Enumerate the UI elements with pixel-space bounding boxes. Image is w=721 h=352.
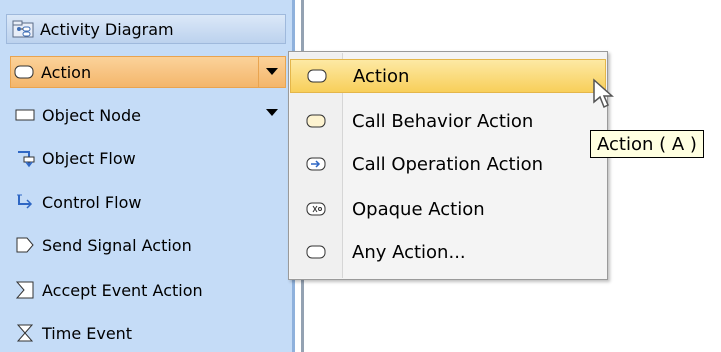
chevron-down-icon	[266, 68, 278, 75]
palette-header-label: Activity Diagram	[40, 19, 174, 39]
menu-item-label: Call Behavior Action	[352, 110, 534, 132]
menu-item-opaque-action[interactable]: Opaque Action	[290, 192, 606, 226]
action-dropdown-button[interactable]	[258, 56, 286, 88]
any-action-icon	[290, 244, 342, 260]
object-flow-icon	[12, 147, 38, 169]
opaque-action-icon	[290, 201, 342, 217]
action-icon	[291, 68, 343, 84]
tooltip: Action ( A )	[590, 130, 704, 158]
palette-header-activity-diagram[interactable]: Activity Diagram	[6, 14, 286, 44]
palette-item-label: Time Event	[42, 323, 133, 343]
mouse-cursor-icon	[592, 78, 616, 114]
accept-event-icon	[12, 279, 38, 301]
palette-item-time-event[interactable]: Time Event	[12, 318, 290, 348]
menu-item-label: Action	[353, 65, 410, 87]
call-operation-icon	[290, 156, 342, 172]
object-node-icon	[12, 104, 38, 126]
palette-item-label: Send Signal Action	[42, 235, 192, 255]
palette-item-label: Object Flow	[42, 148, 136, 168]
menu-item-call-operation-action[interactable]: Call Operation Action	[290, 147, 606, 181]
palette-item-label: Accept Event Action	[42, 280, 203, 300]
menu-item-action[interactable]: Action	[290, 59, 606, 93]
time-event-icon	[12, 322, 38, 344]
control-flow-icon	[12, 191, 38, 213]
palette-item-action[interactable]: Action	[10, 56, 286, 88]
menu-item-call-behavior-action[interactable]: Call Behavior Action	[290, 104, 606, 138]
activity-diagram-icon	[12, 20, 34, 38]
palette-item-label: Control Flow	[42, 192, 142, 212]
menu-item-label: Call Operation Action	[352, 153, 543, 175]
menu-item-any-action[interactable]: Any Action...	[290, 235, 606, 269]
palette-item-send-signal-action[interactable]: Send Signal Action	[12, 230, 290, 260]
palette-item-object-node[interactable]: Object Node	[12, 100, 290, 130]
menu-item-label: Opaque Action	[352, 198, 485, 220]
chevron-down-icon[interactable]	[266, 109, 278, 116]
action-dropdown-menu: Action Call Behavior Action Call Operati…	[288, 51, 608, 280]
menu-item-label: Any Action...	[352, 241, 466, 263]
palette-item-label: Object Node	[42, 105, 141, 125]
send-signal-icon	[12, 234, 38, 256]
palette-item-label: Action	[41, 62, 92, 82]
palette-item-control-flow[interactable]: Control Flow	[12, 187, 290, 217]
action-icon	[11, 61, 37, 83]
palette-item-object-flow[interactable]: Object Flow	[12, 143, 290, 173]
palette-item-accept-event-action[interactable]: Accept Event Action	[12, 275, 290, 305]
call-behavior-icon	[290, 113, 342, 129]
